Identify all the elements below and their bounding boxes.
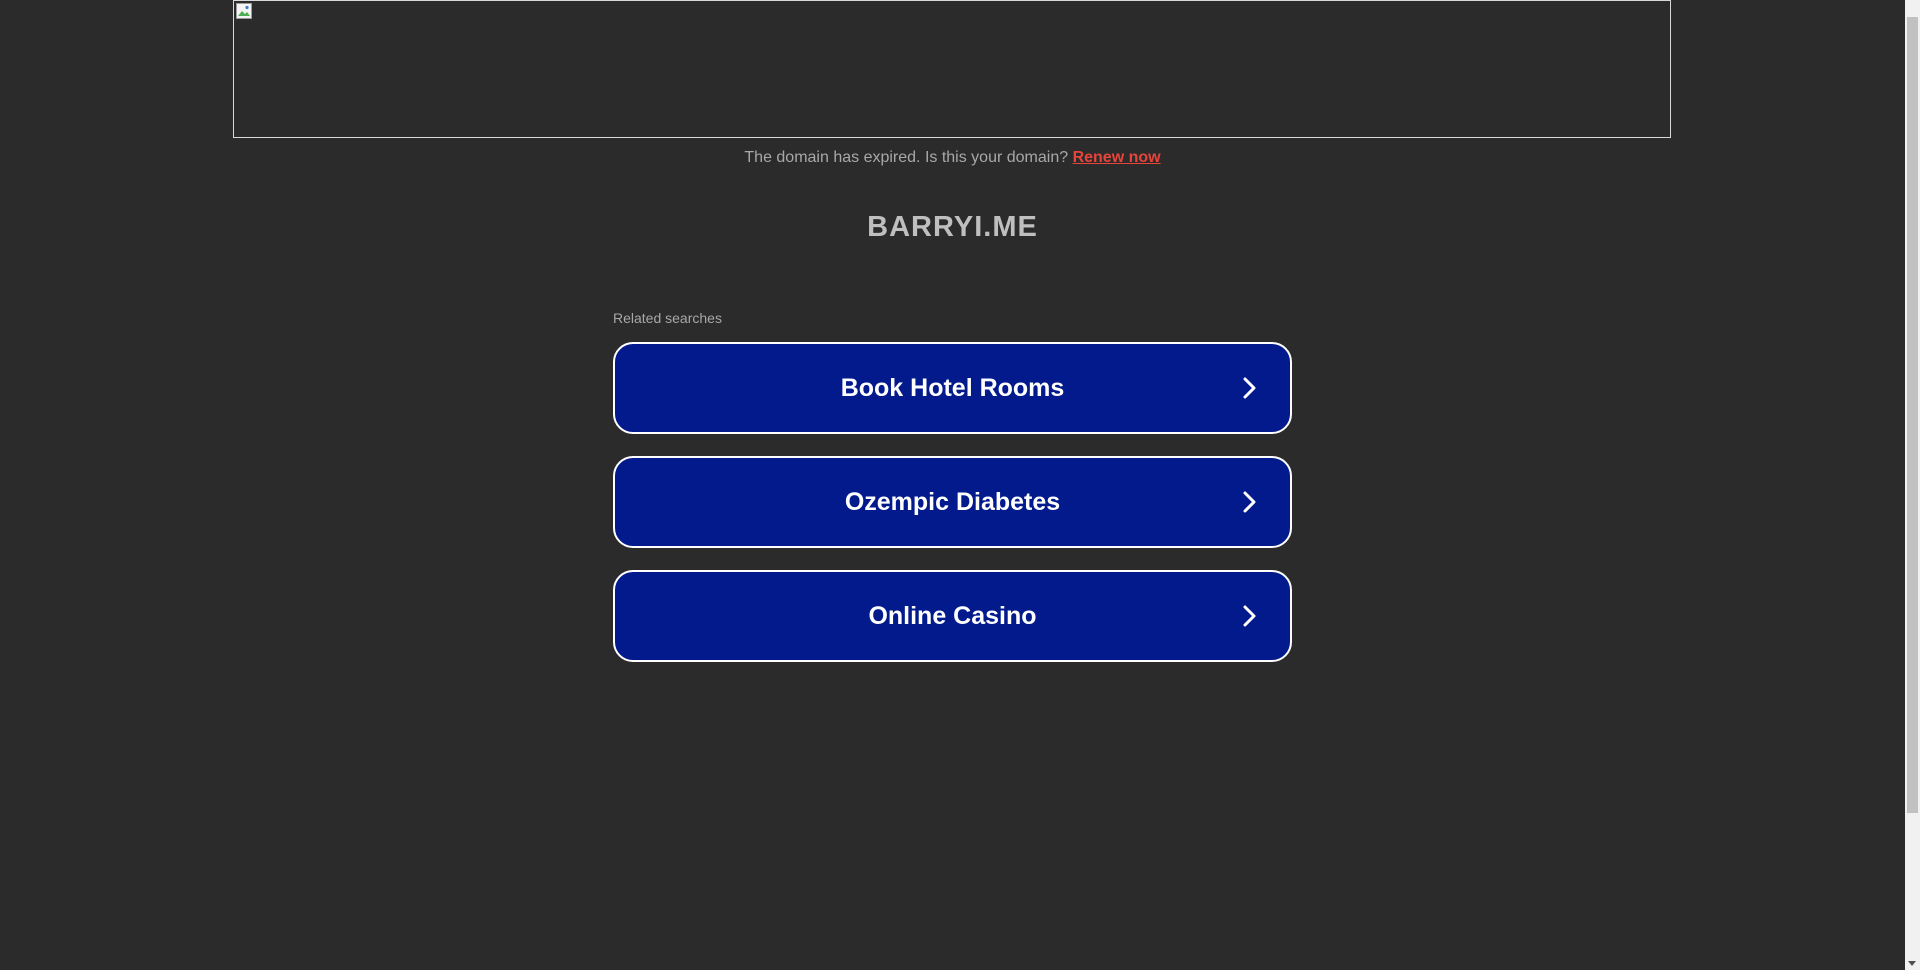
related-search-button[interactable]: Book Hotel Rooms	[613, 342, 1292, 434]
broken-image-icon	[236, 3, 252, 19]
chevron-right-icon	[1243, 377, 1256, 399]
renew-now-link[interactable]: Renew now	[1073, 149, 1161, 166]
domain-expired-notice: The domain has expired. Is this your dom…	[0, 149, 1905, 167]
domain-title: BARRYI.ME	[867, 211, 1038, 243]
related-search-label: Book Hotel Rooms	[840, 374, 1065, 402]
expired-text: The domain has expired. Is this your dom…	[744, 149, 1069, 166]
related-search-button[interactable]: Ozempic Diabetes	[613, 456, 1292, 548]
chevron-right-icon	[1243, 605, 1256, 627]
vertical-scrollbar[interactable]	[1905, 0, 1920, 970]
scrollbar-thumb[interactable]	[1907, 17, 1918, 813]
related-search-label: Ozempic Diabetes	[844, 488, 1061, 516]
related-searches-heading: Related searches	[613, 310, 722, 326]
scroll-down-arrow-icon[interactable]	[1908, 961, 1916, 966]
page: The domain has expired. Is this your dom…	[0, 0, 1905, 970]
related-search-button[interactable]: Online Casino	[613, 570, 1292, 662]
chevron-right-icon	[1243, 491, 1256, 513]
banner-image-frame[interactable]	[233, 0, 1671, 138]
related-search-label: Online Casino	[868, 602, 1037, 630]
